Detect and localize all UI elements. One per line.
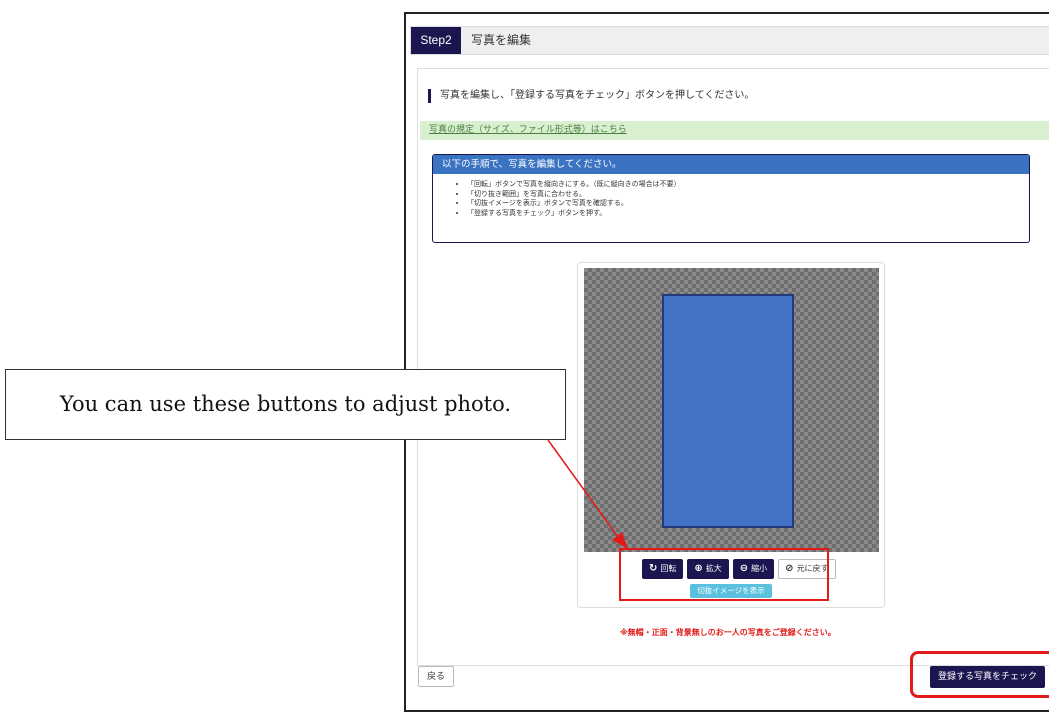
step-header: Step2 写真を編集 xyxy=(410,26,1049,55)
instruction-text: 写真を編集し、「登録する写真をチェック」ボタンを押してください。 xyxy=(428,89,754,103)
callout-box: You can use these buttons to adjust phot… xyxy=(5,369,566,440)
list-item: 「登録する写真をチェック」ボタンを押す。 xyxy=(467,209,1029,219)
steps-heading: 以下の手順で、写真を編集してください。 xyxy=(433,155,1029,174)
back-button[interactable]: 戻る xyxy=(418,666,454,687)
list-item: 「切り抜き範囲」を写真に合わせる。 xyxy=(467,190,1029,200)
list-item: 「切抜イメージを表示」ボタンで写真を確認する。 xyxy=(467,199,1029,209)
steps-panel: 以下の手順で、写真を編集してください。 「回転」ボタンで写真を縦向きにする。（既… xyxy=(432,154,1030,243)
crop-area[interactable] xyxy=(662,294,794,528)
steps-list: 「回転」ボタンで写真を縦向きにする。（既に縦向きの場合は不要） 「切り抜き範囲」… xyxy=(433,180,1029,218)
spec-link[interactable]: 写真の規定（サイズ、ファイル形式等）はこちら xyxy=(429,121,627,140)
step-badge: Step2 xyxy=(411,27,461,54)
photo-notice: ※無帽・正面・背景無しのお一人の写真をご登録ください。 xyxy=(620,628,836,637)
check-photo-button[interactable]: 登録する写真をチェック xyxy=(930,666,1045,688)
step-title: 写真を編集 xyxy=(471,33,532,47)
highlight-toolbar-box xyxy=(619,548,829,601)
list-item: 「回転」ボタンで写真を縦向きにする。（既に縦向きの場合は不要） xyxy=(467,180,1029,190)
spec-info-bar: 写真の規定（サイズ、ファイル形式等）はこちら xyxy=(420,121,1049,140)
